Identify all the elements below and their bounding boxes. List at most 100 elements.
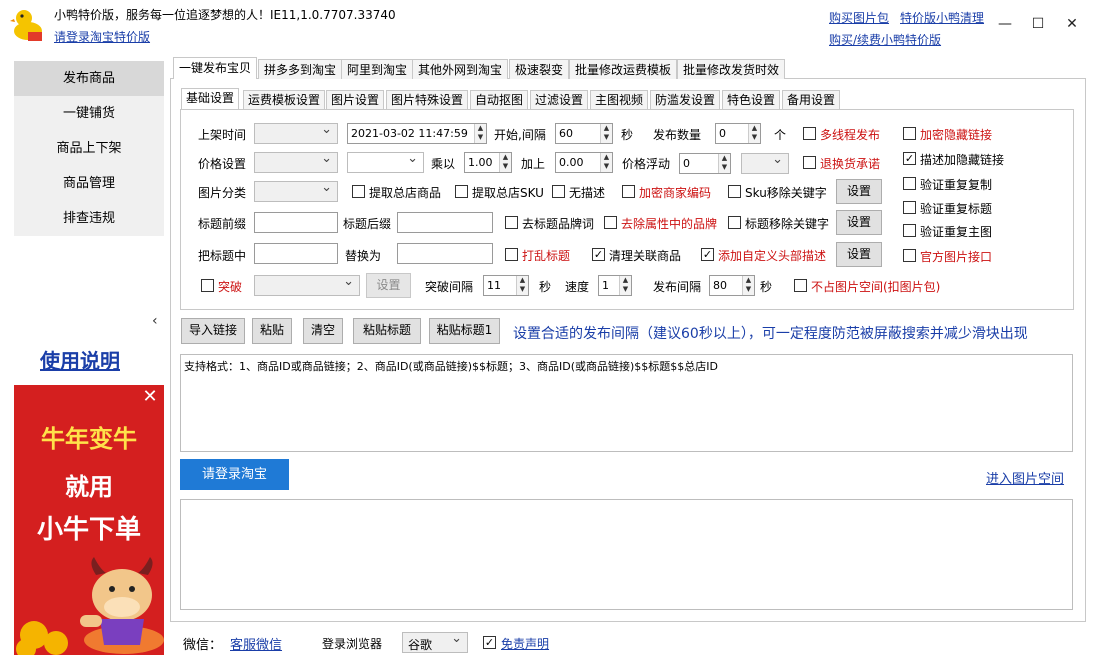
promo-banner[interactable]: ✕ 牛年变牛 就用 小牛下单 bbox=[14, 385, 164, 655]
login-taobao-special-link[interactable]: 请登录淘宝特价版 bbox=[54, 28, 150, 45]
shuffle-title-label: 打乱标题 bbox=[522, 249, 571, 263]
sidebar-item-goods-manage[interactable]: 商品管理 bbox=[14, 166, 164, 201]
subtab-basic[interactable]: 基础设置 bbox=[181, 88, 240, 109]
count-unit-label: 个 bbox=[774, 128, 787, 142]
sku-remove-kw-checkbox[interactable] bbox=[728, 185, 741, 198]
breakthrough-label: 突破 bbox=[218, 280, 243, 294]
add-stepper[interactable]: 0.00 ▲ ▼ bbox=[555, 152, 613, 173]
multithread-checkbox[interactable] bbox=[803, 127, 816, 140]
verify-dup-main-image-label: 验证重复主图 bbox=[920, 225, 993, 239]
wechat-service-link[interactable]: 客服微信 bbox=[230, 634, 282, 653]
duck-cleanup-link[interactable]: 特价版小鸭清理 bbox=[900, 9, 984, 26]
breakthrough-checkbox[interactable] bbox=[201, 279, 214, 292]
collapse-sidebar-icon[interactable]: ‹ bbox=[152, 313, 158, 329]
import-link-button[interactable]: 导入链接 bbox=[181, 318, 245, 344]
verify-dup-copy-label: 验证重复复制 bbox=[920, 178, 993, 192]
publish-interval-stepper[interactable]: 80 ▲ ▼ bbox=[709, 275, 755, 296]
multiply-label: 乘以 bbox=[431, 157, 456, 171]
price-float-stepper[interactable]: 0 ▲ ▼ bbox=[679, 153, 731, 174]
sidebar-item-shelf[interactable]: 商品上下架 bbox=[14, 131, 164, 166]
breakthrough-select[interactable] bbox=[254, 274, 360, 296]
desc-hidden-link-checkbox[interactable]: ✓ bbox=[903, 152, 916, 165]
encrypt-hidden-link-checkbox[interactable] bbox=[903, 127, 916, 140]
title-kw-settings-button[interactable]: 设置 bbox=[836, 210, 882, 235]
fetch-total-goods-checkbox[interactable] bbox=[352, 185, 365, 198]
subtab-anti-spam[interactable]: 防滥发设置 bbox=[650, 90, 721, 109]
remove-attr-brand-checkbox[interactable] bbox=[604, 216, 617, 229]
tab-one-click-publish[interactable]: 一键发布宝贝 bbox=[173, 57, 258, 79]
publish-count-stepper[interactable]: 0 ▲ ▼ bbox=[715, 123, 761, 144]
sidebar-item-one-click-distribute[interactable]: 一键铺货 bbox=[14, 96, 164, 131]
speed-stepper[interactable]: 1 ▲ ▼ bbox=[598, 275, 632, 296]
title-suffix-input[interactable] bbox=[397, 212, 493, 233]
add-custom-header-checkbox[interactable]: ✓ bbox=[701, 248, 714, 261]
sku-kw-settings-button[interactable]: 设置 bbox=[836, 179, 882, 204]
maximize-icon[interactable]: ☐ bbox=[1026, 16, 1050, 32]
header-settings-button[interactable]: 设置 bbox=[836, 242, 882, 267]
price-mode-select[interactable] bbox=[347, 151, 424, 173]
remove-brand-label: 去标题品牌词 bbox=[522, 217, 595, 231]
tab-fast-fission[interactable]: 极速裂变 bbox=[509, 59, 570, 79]
subtab-backup[interactable]: 备用设置 bbox=[782, 90, 841, 109]
title-remove-kw-checkbox[interactable] bbox=[728, 216, 741, 229]
subtab-freight-template[interactable]: 运费模板设置 bbox=[243, 90, 326, 109]
breakthrough-interval-stepper[interactable]: 11 ▲ ▼ bbox=[483, 275, 529, 296]
verify-dup-main-image-checkbox[interactable] bbox=[903, 224, 916, 237]
login-taobao-button[interactable]: 请登录淘宝 bbox=[180, 459, 289, 490]
paste-button[interactable]: 粘贴 bbox=[252, 318, 292, 344]
clear-button[interactable]: 清空 bbox=[303, 318, 343, 344]
paste-title-button[interactable]: 粘贴标题 bbox=[353, 318, 421, 344]
tab-batch-freight[interactable]: 批量修改运费模板 bbox=[569, 59, 678, 79]
no-desc-checkbox[interactable] bbox=[552, 185, 565, 198]
disclaimer-checkbox[interactable]: ✓ bbox=[483, 636, 496, 649]
disclaimer-link[interactable]: 免责声明 bbox=[501, 635, 549, 652]
link-input-textarea[interactable]: 支持格式：1、商品ID或商品链接；2、商品ID(或商品链接)$$标题；3、商品I… bbox=[180, 354, 1073, 452]
no-img-space-label: 不占图片空间(扣图片包) bbox=[811, 280, 941, 294]
replace-text-input[interactable] bbox=[397, 243, 493, 264]
image-category-select[interactable] bbox=[254, 180, 338, 202]
price-float-unit-select[interactable] bbox=[741, 152, 789, 174]
find-text-input[interactable] bbox=[254, 243, 338, 264]
price-setting-select[interactable] bbox=[254, 151, 338, 173]
breakthrough-settings-button[interactable]: 设置 bbox=[366, 273, 411, 298]
subtab-main-video[interactable]: 主图视频 bbox=[590, 90, 649, 109]
fetch-total-sku-checkbox[interactable] bbox=[455, 185, 468, 198]
verify-dup-copy-checkbox[interactable] bbox=[903, 177, 916, 190]
datetime-picker[interactable]: 2021-03-02 11:47:59 ▲ ▼ bbox=[347, 123, 487, 144]
sidebar-item-publish[interactable]: 发布商品 bbox=[14, 61, 164, 96]
ad-close-icon[interactable]: ✕ bbox=[140, 388, 160, 408]
tab-external-to-taobao[interactable]: 其他外网到淘宝 bbox=[412, 59, 509, 79]
buy-image-pack-link[interactable]: 购买图片包 bbox=[829, 9, 889, 26]
close-icon[interactable]: ✕ bbox=[1060, 16, 1084, 32]
subtab-filter[interactable]: 过滤设置 bbox=[530, 90, 589, 109]
official-image-api-checkbox[interactable] bbox=[903, 249, 916, 262]
enter-image-space-link[interactable]: 进入图片空间 bbox=[986, 468, 1064, 487]
help-link[interactable]: 使用说明 bbox=[40, 345, 120, 374]
no-desc-label: 无描述 bbox=[569, 186, 606, 200]
subtab-auto-cutout[interactable]: 自动抠图 bbox=[470, 90, 529, 109]
title-prefix-input[interactable] bbox=[254, 212, 338, 233]
interval-stepper[interactable]: 60 ▲ ▼ bbox=[555, 123, 613, 144]
encrypt-code-checkbox[interactable] bbox=[622, 185, 635, 198]
shelf-time-label: 上架时间 bbox=[198, 128, 247, 142]
tab-ali-to-taobao[interactable]: 阿里到淘宝 bbox=[341, 59, 414, 79]
no-img-space-checkbox[interactable] bbox=[794, 279, 807, 292]
subtab-image-special[interactable]: 图片特殊设置 bbox=[386, 90, 469, 109]
shuffle-title-checkbox[interactable] bbox=[505, 248, 518, 261]
minimize-icon[interactable]: — bbox=[993, 16, 1017, 32]
return-promise-checkbox[interactable] bbox=[803, 156, 816, 169]
buy-renew-link[interactable]: 购买/续费小鸭特价版 bbox=[829, 31, 941, 48]
tab-pdd-to-taobao[interactable]: 拼多多到淘宝 bbox=[258, 59, 343, 79]
tab-batch-delivery[interactable]: 批量修改发货时效 bbox=[677, 59, 786, 79]
verify-dup-title-checkbox[interactable] bbox=[903, 201, 916, 214]
paste-title1-button[interactable]: 粘贴标题1 bbox=[429, 318, 500, 344]
wechat-label: 微信： bbox=[183, 638, 223, 653]
browser-select[interactable]: 谷歌 bbox=[402, 631, 468, 653]
sidebar-item-violation-check[interactable]: 排查违规 bbox=[14, 201, 164, 236]
shelf-time-select[interactable] bbox=[254, 122, 338, 144]
clean-related-checkbox[interactable]: ✓ bbox=[592, 248, 605, 261]
multiply-stepper[interactable]: 1.00 ▲ ▼ bbox=[464, 152, 512, 173]
subtab-features[interactable]: 特色设置 bbox=[722, 90, 781, 109]
remove-brand-checkbox[interactable] bbox=[505, 216, 518, 229]
subtab-image[interactable]: 图片设置 bbox=[326, 90, 385, 109]
